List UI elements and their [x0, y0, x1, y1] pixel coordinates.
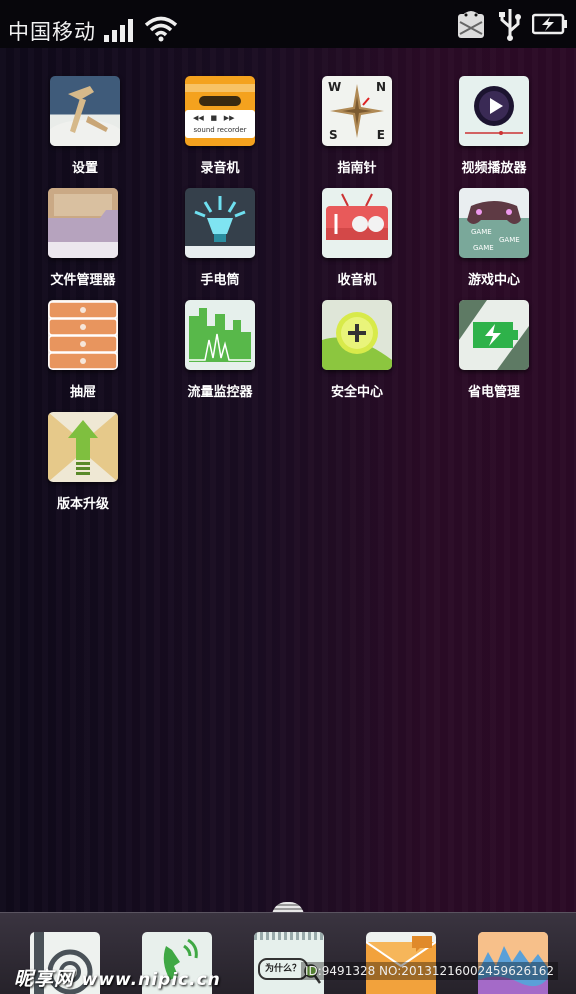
- game-text-1: GAME: [471, 228, 492, 236]
- signal-icon: [104, 19, 133, 42]
- app-game-center[interactable]: GAME GAME GAME 游戏中心: [434, 188, 554, 288]
- app-label: 省电管理: [467, 385, 520, 400]
- upgrade-arrow-icon: [48, 412, 118, 482]
- compass-s: S: [329, 128, 338, 142]
- hammer-icon: [50, 76, 120, 146]
- traffic-chart-icon: [185, 300, 255, 370]
- watermark-brand-text: 昵享网: [14, 968, 75, 990]
- app-drawer[interactable]: 抽屉: [23, 300, 143, 400]
- app-label: 游戏中心: [467, 273, 520, 288]
- watermark-url: www.nipic.cn: [81, 970, 221, 990]
- app-label: 流量监控器: [187, 385, 253, 400]
- folder-icon: [48, 188, 118, 258]
- game-text-3: GAME: [473, 244, 494, 252]
- compass-e: E: [376, 128, 385, 142]
- watermark-id: ID:9491328 NO:20131216002459626162: [300, 962, 558, 980]
- app-file-manager[interactable]: 文件管理器: [23, 188, 143, 288]
- app-compass[interactable]: W N S E 指南针: [297, 76, 417, 176]
- app-label: 文件管理器: [50, 273, 116, 288]
- app-traffic-monitor[interactable]: 流量监控器: [160, 300, 280, 400]
- status-bar: 中国移动: [0, 0, 576, 48]
- battery-charging-icon: [532, 13, 567, 35]
- app-label: 视频播放器: [461, 161, 527, 176]
- drawer-icon: [48, 300, 118, 370]
- app-video-player[interactable]: 视频播放器: [434, 76, 554, 176]
- watermark-brand: 昵享网 www.nipic.cn: [14, 964, 221, 991]
- app-label: 手电筒: [200, 273, 240, 288]
- app-label: 录音机: [200, 161, 240, 176]
- app-security-center[interactable]: 安全中心: [297, 300, 417, 400]
- recorder-badge: sound recorder: [193, 126, 247, 134]
- cassette-icon: ◀◀ ■ ▶▶ sound recorder: [185, 76, 255, 146]
- gamepad-icon: GAME GAME GAME: [459, 188, 529, 258]
- app-label: 版本升级: [56, 497, 109, 512]
- app-settings[interactable]: 设置: [25, 76, 145, 176]
- game-text-2: GAME: [499, 236, 520, 244]
- compass-icon: W N S E: [322, 76, 392, 146]
- app-label: 指南针: [337, 161, 377, 176]
- usb-icon: [499, 9, 521, 41]
- radio-icon: [322, 188, 392, 258]
- app-label: 抽屉: [69, 385, 96, 400]
- app-radio[interactable]: 收音机: [297, 188, 417, 288]
- battery-icon: [459, 300, 529, 370]
- app-label: 收音机: [337, 273, 377, 288]
- app-label: 安全中心: [330, 385, 383, 400]
- app-label: 设置: [71, 161, 98, 176]
- compass-n: N: [375, 80, 386, 94]
- app-sound-recorder[interactable]: ◀◀ ■ ▶▶ sound recorder 录音机: [160, 76, 280, 176]
- app-flashlight[interactable]: 手电筒: [160, 188, 280, 288]
- carrier-name: 中国移动: [8, 20, 96, 44]
- wifi-icon: [144, 16, 178, 42]
- app-version-update[interactable]: 版本升级: [23, 412, 143, 512]
- video-player-icon: [459, 76, 529, 146]
- android-debug-icon: [458, 11, 484, 38]
- security-plus-icon: [322, 300, 392, 370]
- compass-w: W: [328, 80, 342, 94]
- flashlight-icon: [185, 188, 255, 258]
- app-power-manager[interactable]: 省电管理: [434, 300, 554, 400]
